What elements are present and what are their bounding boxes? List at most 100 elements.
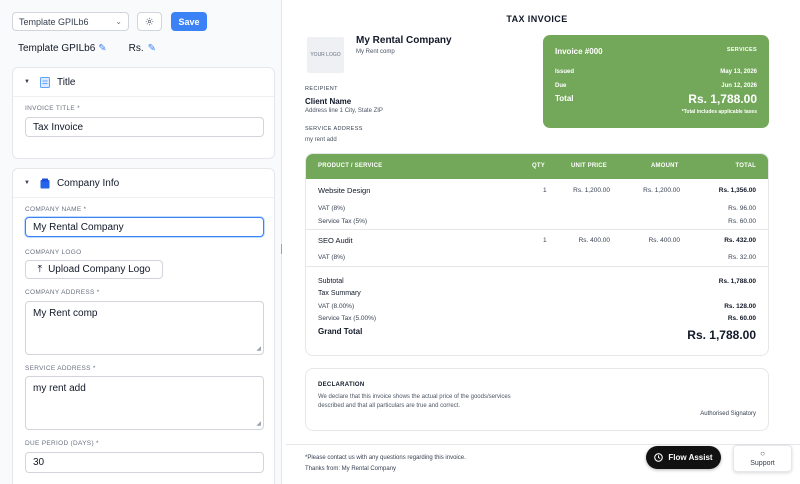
due-period-input[interactable]: 30: [25, 452, 264, 473]
footer-divider: [286, 444, 800, 445]
item-tax-label: VAT (8%): [318, 254, 346, 261]
invoice-company-name: My Rental Company: [356, 35, 452, 46]
section-divider: [13, 96, 274, 97]
invoice-title-value: Tax Invoice: [33, 121, 84, 133]
client-name: Client Name: [305, 97, 352, 106]
invoice-company-address: My Rent comp: [356, 49, 395, 55]
line-items-table: PRODUCT / SERVICE QTY UNIT PRICE AMOUNT …: [305, 153, 769, 356]
service-address-textarea[interactable]: my rent add ◢: [25, 376, 264, 430]
settings-button[interactable]: [137, 12, 162, 31]
declaration-title: DECLARATION: [318, 382, 365, 388]
currency-label: Rs.: [128, 43, 144, 54]
flow-assist-label: Flow Assist: [668, 453, 713, 462]
edit-currency-icon[interactable]: ✎: [148, 43, 156, 54]
company-section-card: ▼ Company Info COMPANY NAME * My Rental …: [12, 168, 275, 484]
item-qty: 1: [543, 187, 547, 194]
item-total: Rs. 432.00: [724, 237, 756, 244]
recipient-label: RECIPIENT: [305, 86, 338, 92]
company-section-header[interactable]: ▼ Company Info: [13, 169, 274, 197]
item-amount: Rs. 400.00: [648, 237, 680, 244]
invoice-number: Invoice #000: [555, 47, 603, 56]
service-address-value: my rent add: [33, 383, 86, 394]
subtotal-label: Subtotal: [318, 278, 344, 285]
item-name: SEO Audit: [318, 236, 353, 245]
upload-logo-button[interactable]: ⤒ Upload Company Logo: [25, 260, 163, 279]
item-tax-label: Service Tax (5%): [318, 218, 368, 225]
resize-handle-icon[interactable]: ◢: [256, 420, 261, 427]
template-select-value: Template GPILb6: [19, 16, 89, 27]
item-tax-value: Rs. 60.00: [728, 218, 756, 225]
item-unit-price: Rs. 400.00: [578, 237, 610, 244]
panel-resize-handle[interactable]: [281, 244, 282, 254]
tax-summary-item-label: Service Tax (5.00%): [318, 315, 377, 322]
edit-template-name-icon[interactable]: ✎: [98, 43, 106, 54]
support-label: Support: [750, 460, 775, 467]
company-name-input[interactable]: My Rental Company: [25, 217, 264, 237]
logo-placeholder: YOUR LOGO: [307, 37, 344, 73]
contact-note: *Please contact us with any questions re…: [305, 455, 466, 461]
invoice-title-label: INVOICE TITLE *: [25, 105, 80, 112]
tax-summary-label: Tax Summary: [318, 290, 361, 297]
upload-logo-label: Upload Company Logo: [48, 264, 151, 275]
resize-handle-icon[interactable]: ◢: [256, 345, 261, 352]
template-select[interactable]: Template GPILb6 ⌄: [12, 12, 129, 31]
building-icon: [40, 178, 50, 188]
summary-total-label: Total: [555, 94, 574, 103]
template-name-row: Template GPILb6 ✎ Rs. ✎: [18, 43, 156, 54]
item-total: Rs. 1,356.00: [718, 187, 756, 194]
tax-summary-item-value: Rs. 60.00: [727, 315, 756, 322]
tax-note: *Total includes applicable taxes: [681, 109, 757, 115]
item-amount: Rs. 1,200.00: [643, 187, 680, 194]
upload-icon: ⤒: [37, 264, 43, 275]
col-product: PRODUCT / SERVICE: [318, 163, 383, 169]
row-divider: [306, 229, 768, 230]
summary-total-value: Rs. 1,788.00: [688, 92, 757, 106]
tax-summary-item-value: Rs. 128.00: [724, 303, 756, 310]
clock-icon: [654, 453, 664, 462]
declaration-text: We declare that this invoice shows the a…: [318, 394, 511, 409]
collapse-triangle-icon: ▼: [24, 180, 30, 186]
due-period-label: DUE PERIOD (DAYS) *: [25, 440, 99, 447]
grand-total-value: Rs. 1,788.00: [687, 328, 756, 342]
issued-date: May 13, 2026: [720, 69, 757, 75]
save-button[interactable]: Save: [171, 12, 207, 31]
template-name: Template GPILb6: [18, 43, 96, 54]
editor-toolbar: Template GPILb6 ⌄ Save: [12, 12, 207, 31]
subtotal-value: Rs. 1,788.00: [718, 278, 756, 285]
service-address-label: SERVICE ADDRESS *: [25, 365, 96, 372]
col-qty: QTY: [532, 163, 545, 169]
section-divider: [13, 197, 274, 198]
item-unit-price: Rs. 1,200.00: [573, 187, 610, 194]
service-address-text: my rent add: [305, 137, 337, 143]
company-name-label: COMPANY NAME *: [25, 206, 87, 213]
due-period-value: 30: [33, 457, 45, 468]
item-qty: 1: [543, 237, 547, 244]
item-name: Website Design: [318, 186, 371, 195]
row-divider: [306, 266, 768, 267]
authorised-signatory: Authorised Signatory: [700, 411, 756, 417]
company-section-heading: Company Info: [56, 177, 120, 189]
item-tax-value: Rs. 96.00: [728, 205, 756, 212]
due-date: Jun 12, 2026: [721, 83, 757, 89]
gear-icon: [145, 17, 154, 26]
invoice-title-input[interactable]: Tax Invoice: [25, 117, 264, 137]
service-address-heading: SERVICE ADDRESS: [305, 126, 363, 132]
company-address-textarea[interactable]: My Rent comp ◢: [25, 301, 264, 355]
tax-summary-item-label: VAT (8.00%): [318, 303, 355, 310]
invoice-heading: TAX INVOICE: [506, 14, 568, 24]
title-section-header[interactable]: ▼ Title: [13, 68, 274, 96]
issued-label: Issued: [555, 69, 575, 75]
col-total: TOTAL: [735, 163, 756, 169]
chevron-down-icon: ⌄: [115, 17, 122, 26]
thanks-note: Thanks from: My Rental Company: [305, 466, 397, 472]
company-address-label: COMPANY ADDRESS *: [25, 289, 100, 296]
invoice-type: SERVICES: [726, 47, 757, 53]
flow-assist-button[interactable]: Flow Assist: [646, 446, 721, 469]
table-header: PRODUCT / SERVICE QTY UNIT PRICE AMOUNT …: [306, 154, 768, 179]
grand-total-label: Grand Total: [318, 327, 363, 336]
declaration-card: DECLARATION We declare that this invoice…: [305, 368, 769, 431]
support-button[interactable]: ○ Support: [733, 445, 792, 472]
title-section-heading: Title: [56, 76, 76, 88]
item-tax-value: Rs. 32.00: [728, 254, 756, 261]
invoice-summary-card: Invoice #000 SERVICES Issued May 13, 202…: [543, 35, 769, 128]
